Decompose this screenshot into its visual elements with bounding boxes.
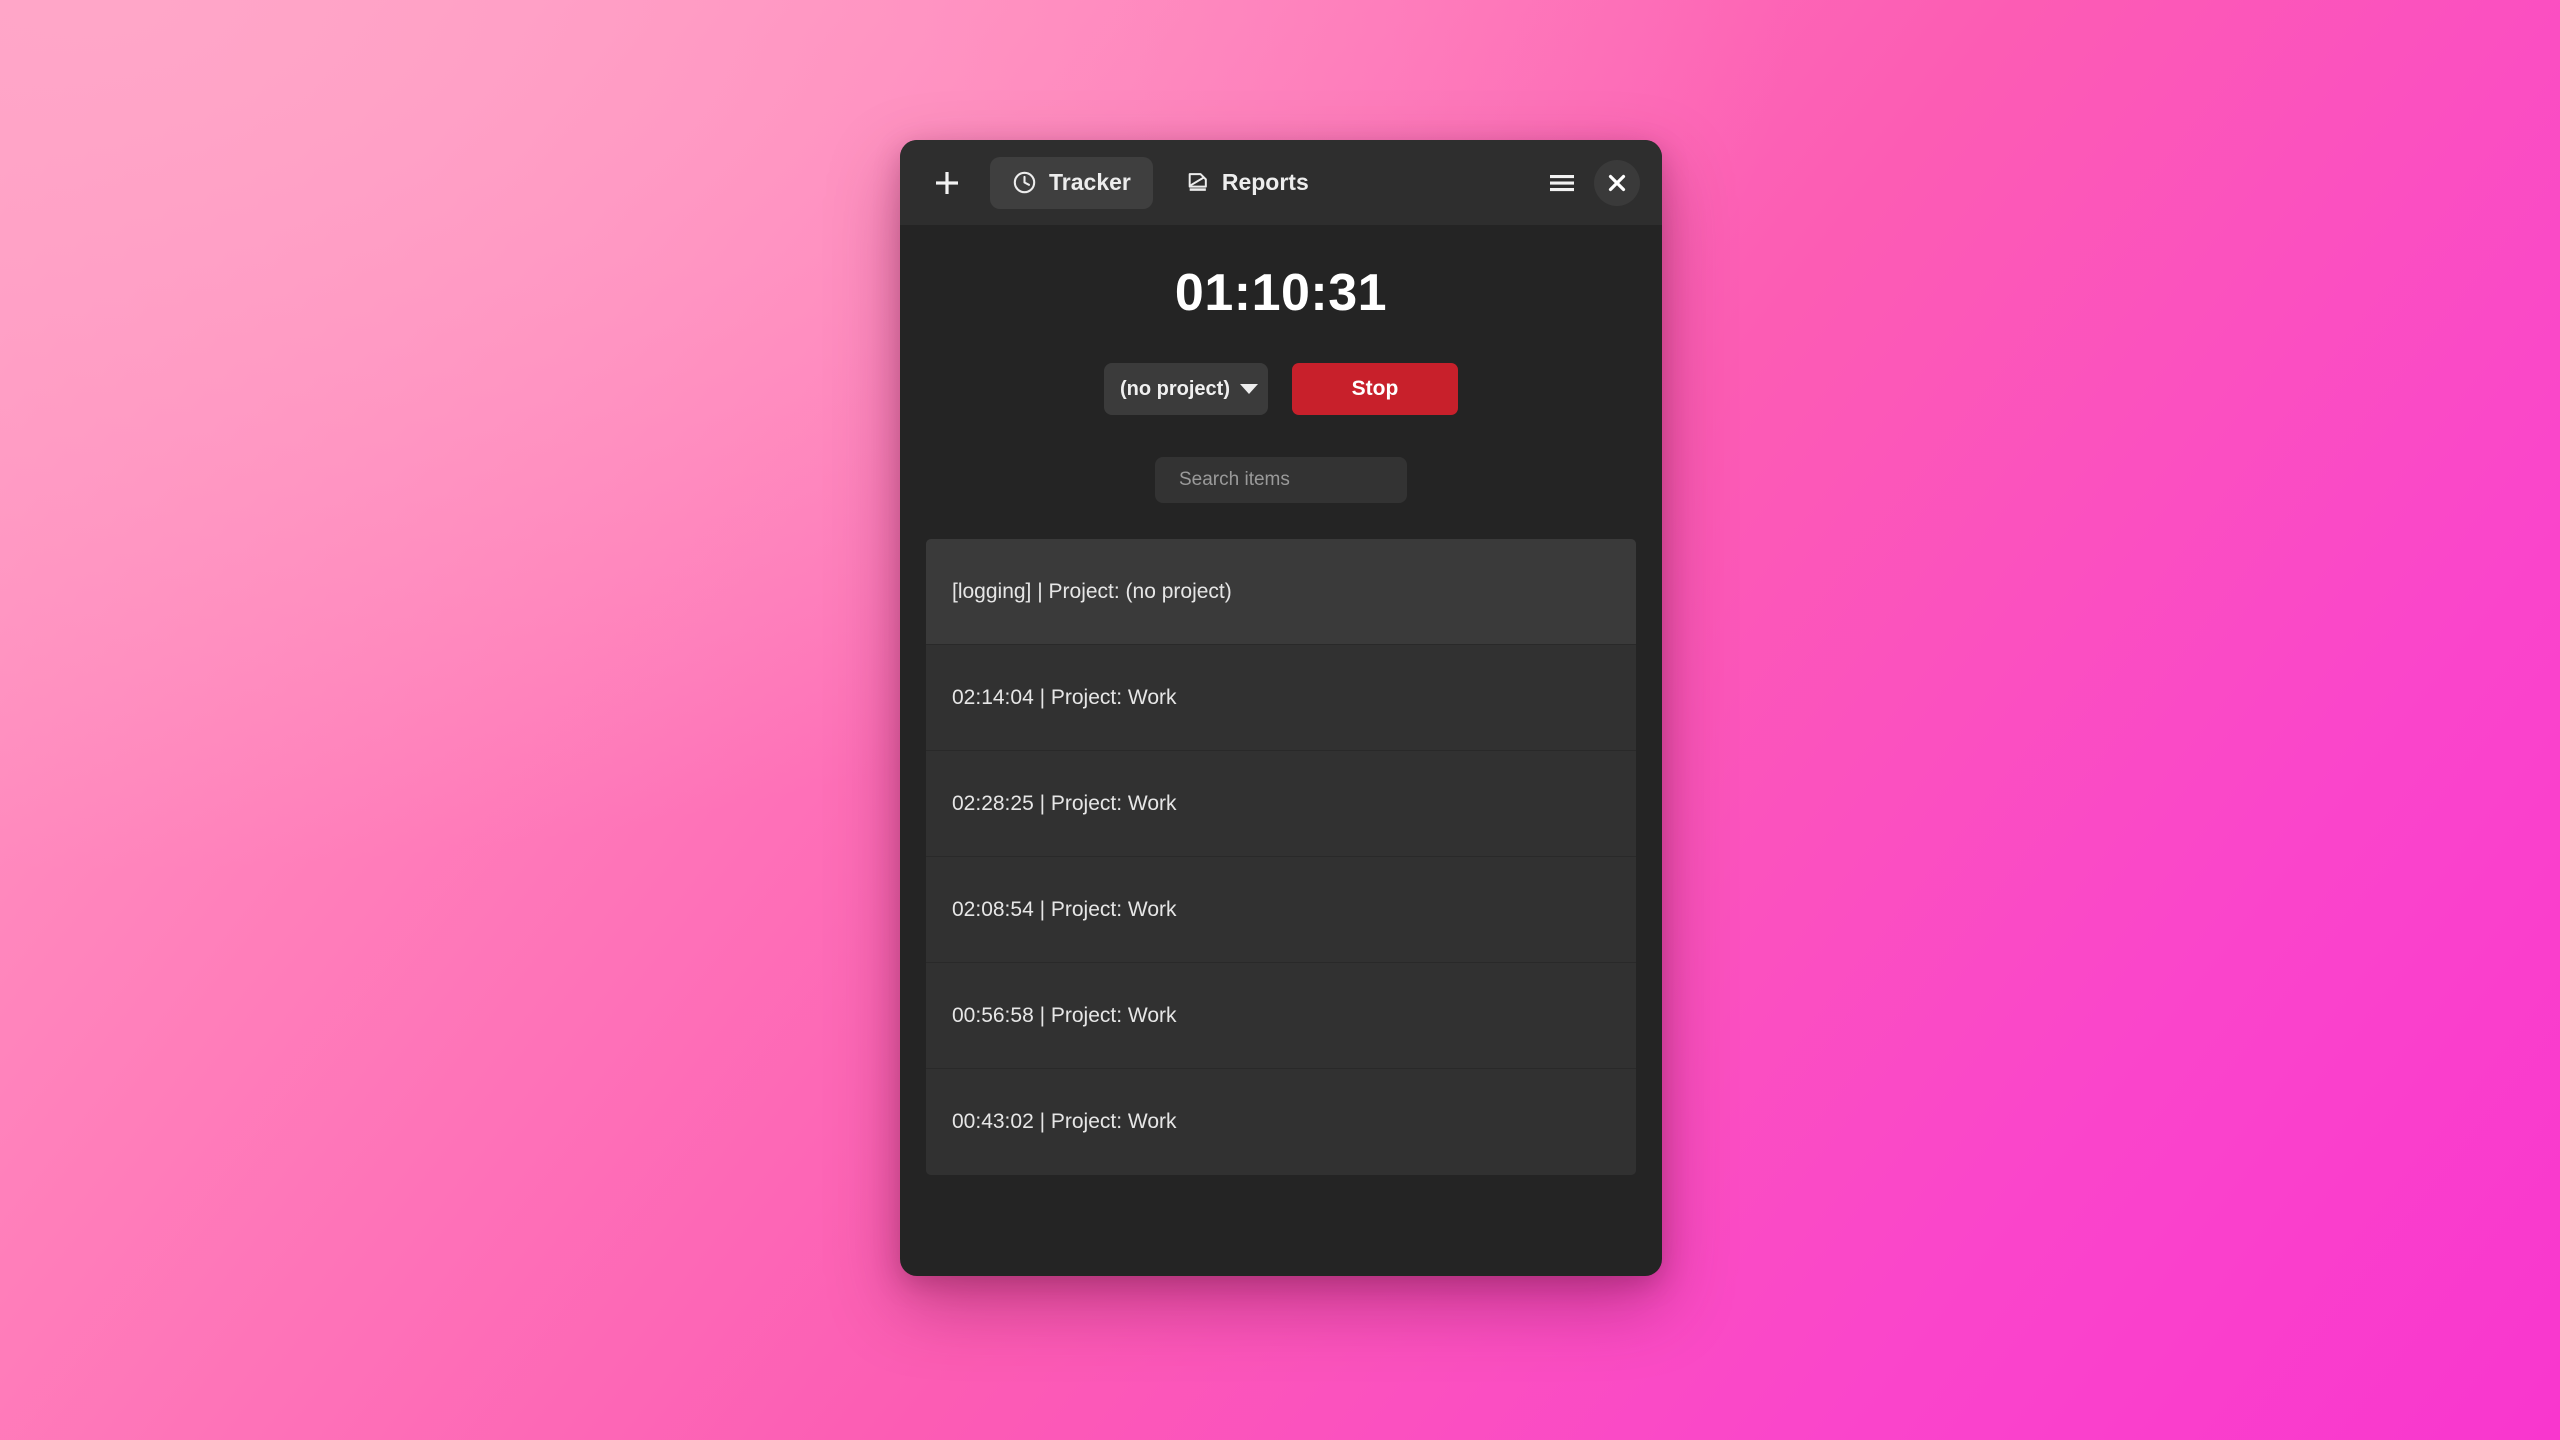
project-select[interactable]: (no project)	[1104, 363, 1268, 415]
tracker-controls: (no project) Stop	[926, 363, 1636, 415]
tab-tracker-label: Tracker	[1049, 169, 1131, 195]
search-bar[interactable]	[1155, 457, 1424, 503]
chevron-down-icon	[1240, 384, 1258, 394]
list-item[interactable]: 00:56:58 | Project: Work	[926, 963, 1636, 1069]
hamburger-menu-icon	[1550, 174, 1574, 191]
elapsed-timer: 01:10:31	[1174, 264, 1388, 322]
tab-bar: Tracker Reports	[990, 156, 1331, 209]
menu-button[interactable]	[1540, 161, 1584, 205]
plus-icon	[936, 171, 958, 194]
list-item[interactable]: 02:14:04 | Project: Work	[926, 645, 1636, 751]
stop-button[interactable]: Stop	[1292, 363, 1458, 415]
list-item[interactable]: 00:43:02 | Project: Work	[926, 1069, 1636, 1175]
close-icon	[1608, 174, 1626, 191]
list-item[interactable]: 02:28:25 | Project: Work	[926, 751, 1636, 857]
list-item[interactable]: 02:08:54 | Project: Work	[926, 857, 1636, 963]
close-window-button[interactable]	[1594, 159, 1640, 206]
search-input[interactable]	[1179, 469, 1424, 491]
tab-reports-label: Reports	[1221, 169, 1309, 195]
tab-tracker[interactable]: Tracker	[990, 156, 1153, 209]
clock-icon	[1012, 170, 1037, 195]
time-tracker-window: Tracker Reports 01:10:31 (no project) St…	[900, 140, 1662, 1276]
titlebar: Tracker Reports	[900, 140, 1662, 225]
report-document-icon	[1185, 170, 1210, 195]
tab-reports[interactable]: Reports	[1163, 157, 1331, 209]
items-list: [logging] | Project: (no project) 02:14:…	[926, 539, 1636, 1175]
add-entry-button[interactable]	[926, 162, 968, 204]
tracker-panel: 01:10:31 (no project) Stop [logging] | P…	[900, 225, 1662, 1276]
project-select-value: (no project)	[1120, 377, 1230, 400]
list-item[interactable]: [logging] | Project: (no project)	[926, 539, 1636, 645]
